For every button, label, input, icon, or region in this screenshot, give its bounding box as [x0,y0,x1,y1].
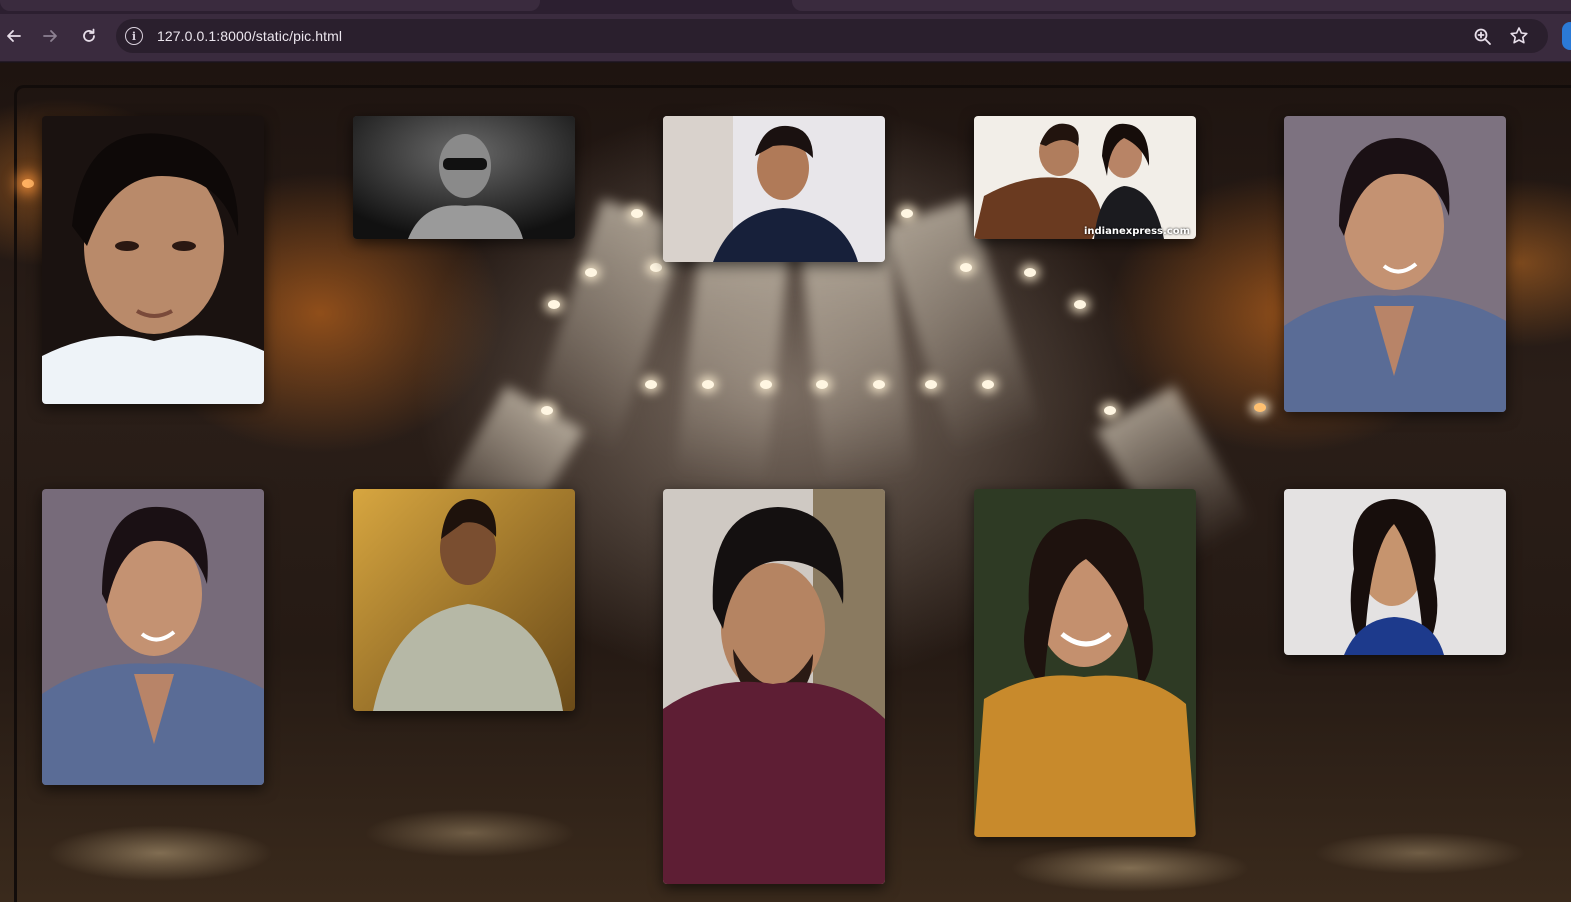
stage-lamp [631,209,643,218]
photo-caption: indianexpress.com [1083,226,1190,237]
photo-card[interactable] [663,489,885,884]
portrait-photo-3 [663,116,885,262]
portrait-photo-10 [1284,489,1506,655]
photo-card[interactable] [1284,116,1506,412]
stage-lamp [702,380,714,389]
photo-card[interactable] [1284,489,1506,655]
stage-lamp [22,179,34,188]
stage-lamp [901,209,913,218]
photo-card[interactable] [42,116,264,404]
portrait-photo-1 [42,116,264,404]
stage-lamp [585,268,597,277]
address-bar[interactable]: i 127.0.0.1:8000/static/pic.html [116,19,1548,53]
profile-avatar[interactable] [1562,22,1571,50]
stage-lamp [1254,403,1266,412]
portrait-photo-4 [974,116,1196,239]
zoom-in-icon[interactable] [1472,26,1494,48]
forward-button[interactable] [36,22,64,50]
stage-lamp [645,380,657,389]
browser-tab[interactable] [0,0,540,11]
portrait-photo-8 [663,489,885,884]
reload-button[interactable] [75,22,103,50]
stage-lamp [982,380,994,389]
stage-lamp [760,380,772,389]
browser-tab-active[interactable] [792,0,1571,11]
back-button[interactable] [0,22,28,50]
stage-lamp [873,380,885,389]
portrait-photo-6 [42,489,264,785]
photo-card[interactable] [353,489,575,711]
stage-lamp [1104,406,1116,415]
portrait-photo-7 [353,489,575,711]
stage-lamp [960,263,972,272]
stage-lamp [816,380,828,389]
stage-lamp [541,406,553,415]
portrait-photo-5 [1284,116,1506,412]
photo-card[interactable]: indianexpress.com [974,116,1196,239]
photo-card[interactable] [353,116,575,239]
photo-card[interactable] [974,489,1196,837]
portrait-photo-9 [974,489,1196,837]
portrait-photo-2 [353,116,575,239]
photo-card[interactable] [42,489,264,785]
stage-lamp [548,300,560,309]
tab-strip [0,0,1571,14]
star-icon[interactable] [1508,25,1530,47]
arrow-left-icon [7,30,21,42]
stage-lamp [650,263,662,272]
url-text[interactable]: 127.0.0.1:8000/static/pic.html [157,28,342,44]
stage-lamp [1074,300,1086,309]
reload-icon [83,28,95,42]
stage-lamp [1024,268,1036,277]
photo-card[interactable] [663,116,885,262]
info-icon[interactable]: i [125,27,143,45]
stage-background: indianexpress.com [0,63,1571,902]
arrow-right-icon [43,30,57,42]
stage-lamp [925,380,937,389]
browser-toolbar: i 127.0.0.1:8000/static/pic.html [0,14,1571,62]
